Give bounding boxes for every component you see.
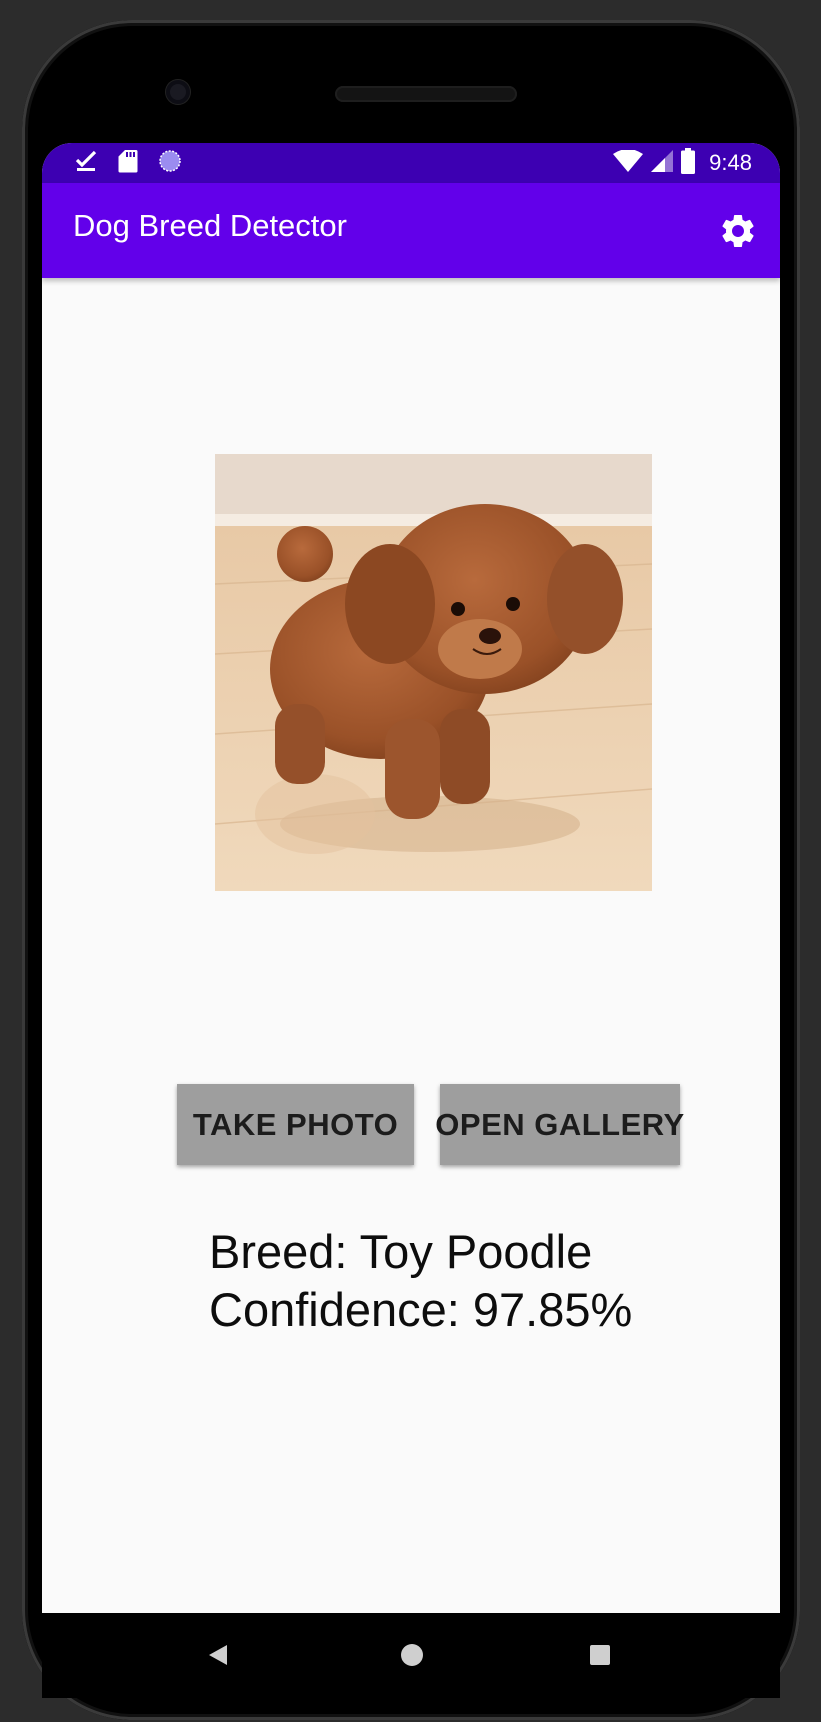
gear-icon[interactable] (718, 211, 758, 251)
take-photo-button[interactable]: TAKE PHOTO (177, 1084, 414, 1165)
back-triangle-icon[interactable] (198, 1635, 238, 1675)
confidence-label: Confidence: 97.85% (209, 1283, 633, 1336)
status-time: 9:48 (709, 150, 752, 175)
status-system: 9:48 (613, 147, 752, 179)
front-camera (166, 80, 190, 104)
phone-frame: 9:48 Dog Breed Detector TAKE PHOTO OPEN … (22, 20, 800, 1720)
dog-photo (215, 454, 652, 891)
breed-label: Breed: Toy Poodle (209, 1225, 593, 1278)
navigation-bar (42, 1613, 780, 1698)
signal-icon (651, 149, 674, 177)
sync-circle-icon (158, 149, 182, 178)
app-bar: Dog Breed Detector (42, 183, 780, 278)
earpiece-speaker (335, 86, 517, 102)
sd-card-icon (118, 149, 138, 178)
battery-icon (681, 147, 696, 179)
result-text: Breed: Toy Poodle Confidence: 97.85% (209, 1223, 632, 1339)
wifi-icon (613, 148, 644, 177)
home-circle-icon[interactable] (392, 1635, 432, 1675)
download-done-icon (74, 149, 98, 178)
status-bar: 9:48 (42, 143, 780, 183)
recents-square-icon[interactable] (580, 1635, 620, 1675)
screen: 9:48 Dog Breed Detector TAKE PHOTO OPEN … (42, 143, 780, 1613)
open-gallery-button[interactable]: OPEN GALLERY (435, 1084, 684, 1165)
status-notifications (74, 149, 182, 178)
app-title: Dog Breed Detector (73, 208, 347, 243)
